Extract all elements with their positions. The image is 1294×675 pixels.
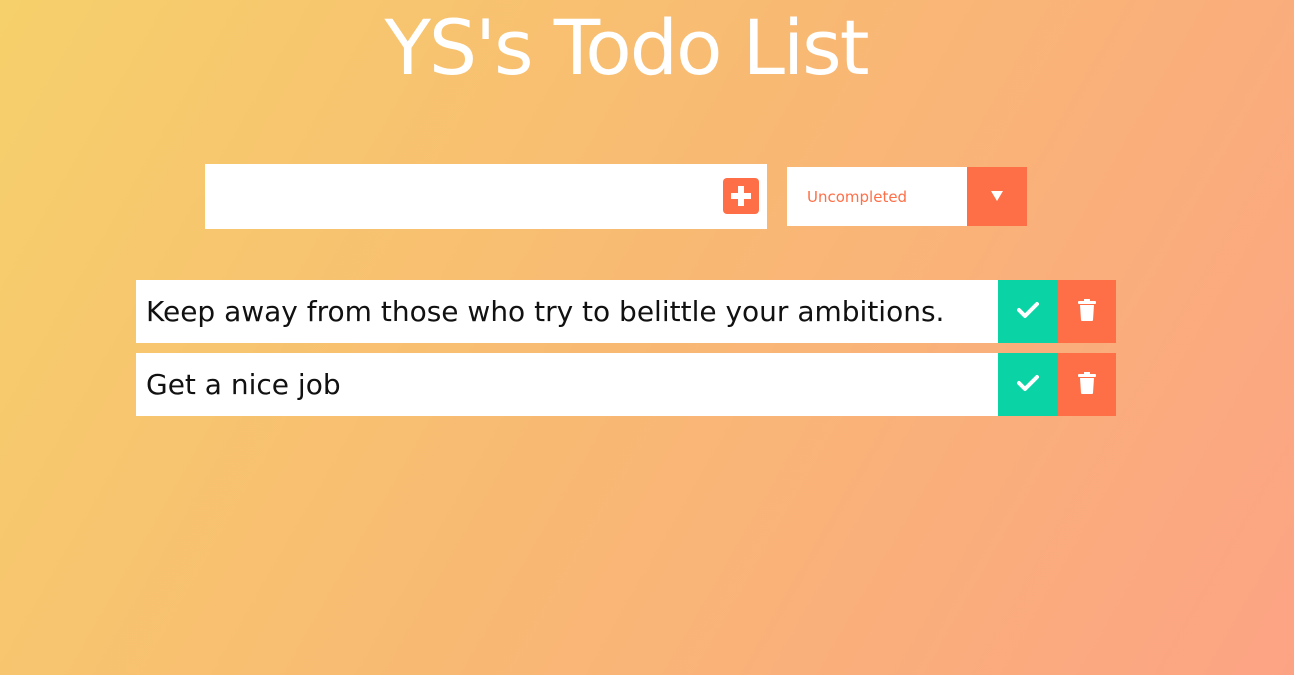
trash-icon bbox=[1078, 299, 1096, 324]
todo-item: Get a nice job bbox=[136, 353, 1116, 416]
check-icon bbox=[1017, 374, 1039, 395]
plus-icon bbox=[729, 184, 753, 208]
todo-input[interactable] bbox=[205, 166, 733, 227]
todo-item: Keep away from those who try to belittle… bbox=[136, 280, 1116, 343]
todo-app: YS's Todo List Uncompleted Keep away fro… bbox=[0, 0, 1294, 675]
complete-button[interactable] bbox=[998, 353, 1058, 416]
todo-item-text: Get a nice job bbox=[146, 368, 341, 401]
check-icon bbox=[1017, 301, 1039, 322]
complete-button[interactable] bbox=[998, 280, 1058, 343]
filter-select[interactable]: Uncompleted bbox=[787, 167, 967, 226]
filter-dropdown[interactable]: Uncompleted bbox=[787, 167, 1027, 226]
add-todo-button[interactable] bbox=[723, 178, 759, 214]
trash-icon bbox=[1078, 372, 1096, 397]
todo-list: Keep away from those who try to belittle… bbox=[136, 280, 1116, 426]
todo-input-container bbox=[205, 164, 767, 229]
caret-down-icon bbox=[989, 187, 1005, 206]
page-title: YS's Todo List bbox=[384, 3, 869, 92]
delete-button[interactable] bbox=[1058, 280, 1116, 343]
filter-dropdown-toggle[interactable] bbox=[967, 167, 1027, 226]
delete-button[interactable] bbox=[1058, 353, 1116, 416]
todo-item-text: Keep away from those who try to belittle… bbox=[146, 295, 945, 328]
